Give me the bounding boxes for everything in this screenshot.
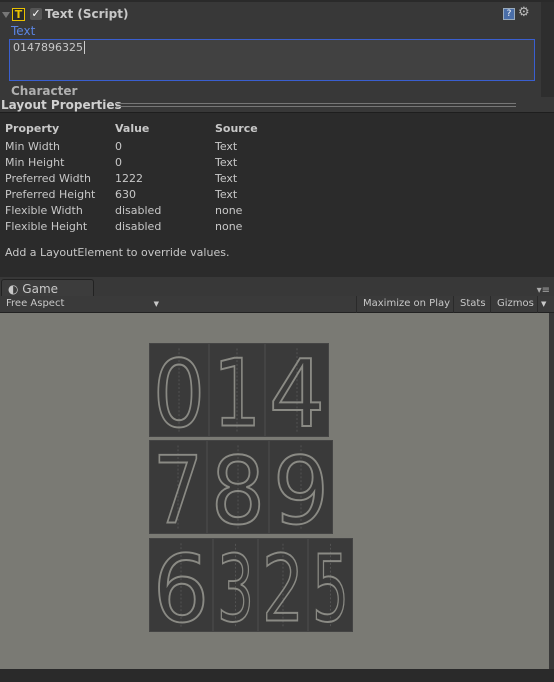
glyph-tile: 3	[213, 534, 258, 643]
glyph-tile: 5	[308, 534, 353, 643]
foldout-arrow-icon[interactable]	[2, 12, 10, 18]
game-viewport: 0147896325	[0, 313, 549, 669]
text-component-inspector: T ✓ Text (Script) ? ⚙ Text 0147896325 Ch…	[0, 0, 554, 99]
glyph-char: 2	[262, 539, 304, 631]
table-cell: Preferred Height	[5, 188, 96, 201]
column-header: Property	[5, 122, 60, 135]
glyph-char: 5	[312, 539, 349, 631]
table-cell: Text	[215, 156, 238, 169]
component-title: Text (Script)	[45, 7, 129, 21]
game-toolbar: Free Aspect ▼ Maximize on Play Stats Gizm…	[0, 296, 554, 313]
chevron-down-icon: ▼	[153, 300, 159, 308]
glyph-tile: 6	[149, 534, 213, 644]
glyph-tile: 8	[207, 436, 269, 546]
glyph-tile: 7	[149, 436, 207, 546]
component-enabled-checkbox[interactable]: ✓	[30, 8, 42, 20]
tab-label: Game	[22, 282, 59, 296]
drag-handle[interactable]	[116, 103, 516, 107]
layout-properties-panel: Layout Properties Property Value Source Min…	[0, 97, 554, 277]
panel-menu-icon[interactable]: ▾≡	[537, 285, 550, 296]
glyph-char: 3	[217, 539, 254, 631]
gizmos-dropdown-icon[interactable]: ▼	[537, 296, 549, 313]
panel-title: Layout Properties	[1, 98, 122, 112]
glyph-tile: 0	[149, 339, 209, 449]
column-header: Source	[215, 122, 258, 135]
table-cell: Min Width	[5, 140, 60, 153]
glyph-char: 0	[153, 344, 205, 436]
table-cell: Text	[215, 140, 238, 153]
layout-properties-header: Layout Properties	[0, 97, 554, 113]
aspect-dropdown[interactable]: Free Aspect ▼	[0, 296, 162, 313]
gizmos-button[interactable]: Gizmos	[490, 296, 540, 313]
text-value: 0147896325	[13, 41, 83, 54]
help-icon[interactable]: ?	[503, 8, 515, 20]
game-view: ◐ Game ▾≡ Free Aspect ▼ Maximize on Play …	[0, 277, 554, 682]
table-cell: none	[215, 220, 243, 233]
tab-game[interactable]: ◐ Game	[1, 279, 94, 297]
table-cell: none	[215, 204, 243, 217]
table-cell: Text	[215, 188, 238, 201]
text-label: Text	[11, 24, 36, 38]
glyph-char: 8	[211, 441, 265, 533]
maximize-on-play-button[interactable]: Maximize on Play	[356, 296, 456, 313]
text-input[interactable]: 0147896325	[9, 39, 535, 81]
layout-note: Add a LayoutElement to override values.	[5, 246, 230, 259]
table-cell: 0	[115, 140, 122, 153]
table-cell: Preferred Width	[5, 172, 91, 185]
glyph-char: 6	[153, 539, 209, 631]
glyph-tile: 1	[209, 339, 265, 449]
table-cell: Text	[215, 172, 238, 185]
stats-button[interactable]: Stats	[453, 296, 492, 313]
table-cell: disabled	[115, 204, 162, 217]
table-cell: Flexible Height	[5, 220, 88, 233]
table-cell: 1222	[115, 172, 143, 185]
glyph-char: 1	[213, 344, 261, 436]
character-section-label: Character	[11, 84, 78, 98]
gear-icon[interactable]: ⚙	[518, 5, 530, 20]
inspector-scrollbar[interactable]	[541, 2, 554, 99]
aspect-value: Free Aspect	[6, 298, 65, 309]
glyph-char: 4	[269, 344, 325, 436]
table-cell: Min Height	[5, 156, 65, 169]
table-cell: 0	[115, 156, 122, 169]
table-cell: disabled	[115, 220, 162, 233]
text-component-icon: T	[12, 8, 25, 21]
glyph-tile: 9	[269, 436, 333, 546]
status-bar	[0, 669, 554, 682]
table-cell: 630	[115, 188, 136, 201]
table-cell: Flexible Width	[5, 204, 83, 217]
column-header: Value	[115, 122, 150, 135]
glyph-tile: 2	[258, 534, 308, 643]
game-icon: ◐	[8, 282, 23, 296]
glyph-tile: 4	[265, 339, 329, 449]
glyph-char: 9	[273, 441, 329, 533]
glyph-char: 7	[153, 441, 203, 533]
